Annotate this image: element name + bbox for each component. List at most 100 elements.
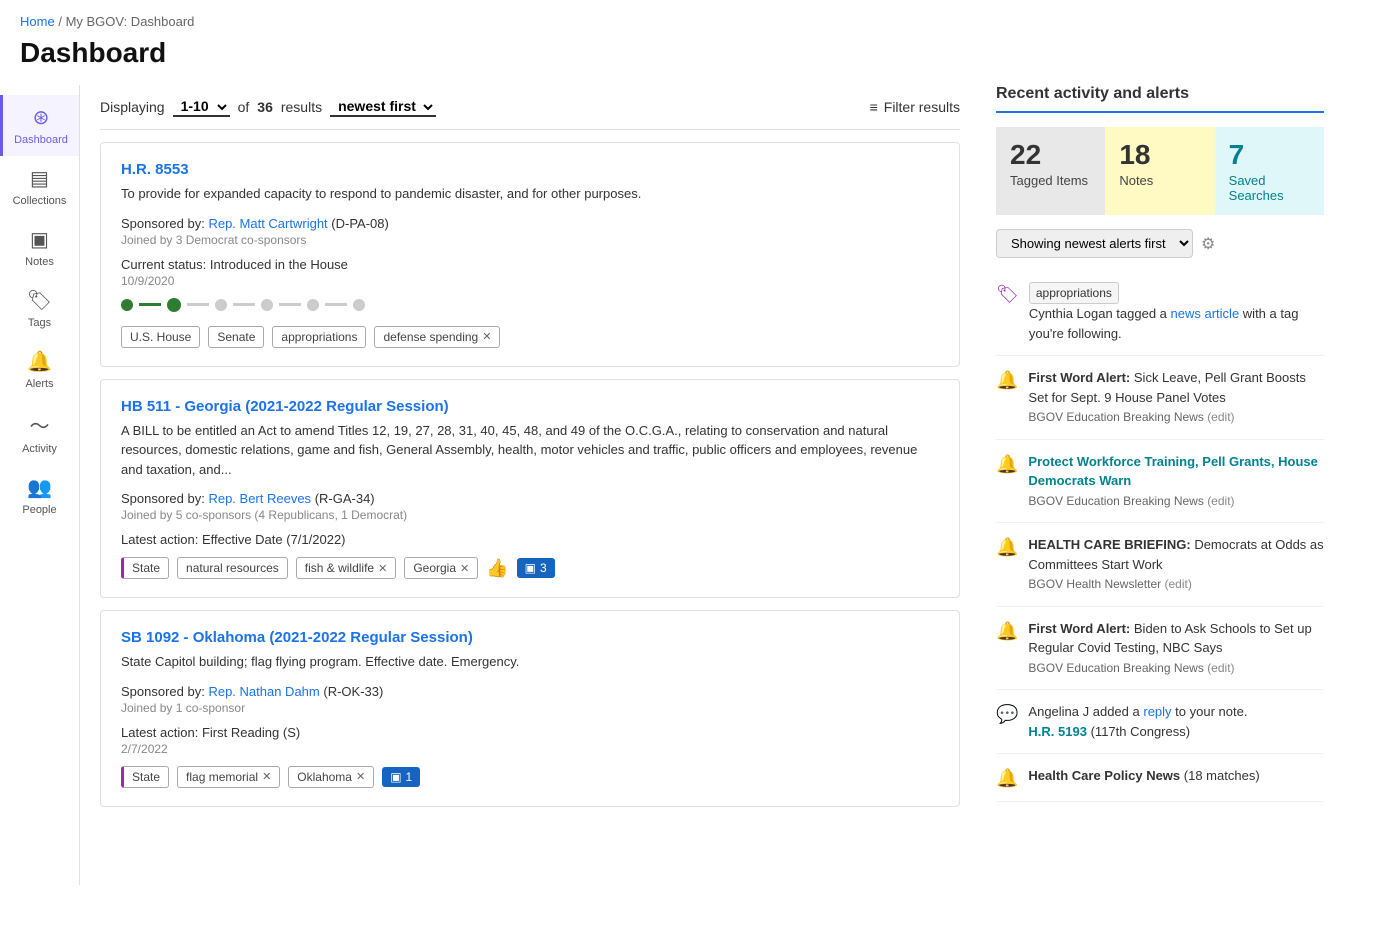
- sponsor-info: (R-OK-33): [323, 684, 383, 699]
- bill-card: SB 1092 - Oklahoma (2021-2022 Regular Se…: [100, 610, 960, 807]
- bill-sponsor: Sponsored by: Rep. Nathan Dahm (R-OK-33): [121, 684, 939, 699]
- breadcrumb-home[interactable]: Home: [20, 14, 55, 29]
- sponsor-link[interactable]: Rep. Bert Reeves: [208, 491, 311, 506]
- sidebar-item-dashboard[interactable]: ⊛ Dashboard: [0, 95, 79, 156]
- alert-link[interactable]: news article: [1171, 306, 1240, 321]
- settings-icon[interactable]: ⚙: [1201, 234, 1215, 254]
- progress-line: [139, 303, 161, 306]
- filter-label: Filter results: [884, 99, 960, 115]
- alert-edit-link[interactable]: (edit): [1207, 661, 1234, 675]
- alert-edit-link[interactable]: (edit): [1164, 577, 1191, 591]
- tag-item[interactable]: flag memorial ✕: [177, 766, 280, 788]
- alert-text: Angelina J added a: [1028, 704, 1143, 719]
- dashboard-icon: ⊛: [33, 105, 50, 130]
- thumbs-up-icon[interactable]: 👍: [486, 558, 508, 579]
- notes-badge[interactable]: ▣ 3: [517, 558, 555, 578]
- tag-item[interactable]: Georgia ✕: [404, 557, 478, 579]
- notes-count: 3: [540, 561, 547, 575]
- filter-button[interactable]: ≡ Filter results: [870, 99, 960, 115]
- alert-bell-icon: 🔔: [996, 537, 1018, 594]
- bill-cosponsor: Joined by 1 co-sponsor: [121, 701, 939, 715]
- breadcrumb: Home / My BGOV: Dashboard: [0, 0, 1398, 33]
- alert-content: First Word Alert: Sick Leave, Pell Grant…: [1028, 368, 1324, 427]
- bill-cosponsor: Joined by 3 Democrat co-sponsors: [121, 233, 939, 247]
- tag-remove[interactable]: ✕: [356, 770, 365, 783]
- alert-sort-select[interactable]: Showing newest alerts first Showing olde…: [996, 229, 1193, 258]
- bill-description: To provide for expanded capacity to resp…: [121, 184, 939, 204]
- tag-item[interactable]: natural resources: [177, 557, 288, 579]
- alert-title-link[interactable]: Protect Workforce Training, Pell Grants,…: [1028, 454, 1317, 489]
- stat-card-searches[interactable]: 7 Saved Searches: [1215, 127, 1324, 215]
- breadcrumb-separator: /: [58, 14, 62, 29]
- bill-sponsor: Sponsored by: Rep. Bert Reeves (R-GA-34): [121, 491, 939, 506]
- tag-item[interactable]: defense spending ✕: [374, 326, 500, 348]
- tag-item[interactable]: fish & wildlife ✕: [296, 557, 397, 579]
- tag-remove[interactable]: ✕: [378, 562, 387, 575]
- bill-status: Current status: Introduced in the House: [121, 257, 939, 272]
- sidebar-item-people[interactable]: 👥 People: [0, 465, 79, 526]
- toolbar: Displaying 1-10 1-25 1-50 of 36 results …: [100, 85, 960, 130]
- tag-state[interactable]: State: [121, 766, 169, 788]
- notes-icon-small: ▣: [525, 561, 536, 575]
- bill-title[interactable]: SB 1092 - Oklahoma (2021-2022 Regular Se…: [121, 629, 473, 646]
- alert-text: Cynthia Logan tagged a: [1029, 306, 1171, 321]
- filter-icon: ≡: [870, 99, 878, 115]
- stat-label: Tagged Items: [1010, 173, 1091, 188]
- alert-edit-link[interactable]: (edit): [1207, 494, 1234, 508]
- stat-number: 22: [1010, 139, 1091, 171]
- progress-dot: [261, 299, 273, 311]
- alert-content: Angelina J added a reply to your note. H…: [1028, 702, 1247, 741]
- alert-content: Health Care Policy News (18 matches): [1028, 766, 1259, 789]
- alert-reply-link[interactable]: reply: [1143, 704, 1171, 719]
- sidebar-item-label: Notes: [25, 256, 54, 268]
- bill-status: Latest action: First Reading (S): [121, 725, 939, 740]
- alert-source: BGOV Education Breaking News: [1028, 410, 1207, 424]
- tag-item[interactable]: Senate: [208, 326, 264, 348]
- alert-item: 🔔 First Word Alert: Biden to Ask Schools…: [996, 607, 1324, 691]
- stat-card-tagged[interactable]: 22 Tagged Items: [996, 127, 1105, 215]
- bill-sponsor: Sponsored by: Rep. Matt Cartwright (D-PA…: [121, 216, 939, 231]
- alert-source: BGOV Health Newsletter: [1028, 577, 1164, 591]
- sidebar-item-tags[interactable]: 🏷 Tags: [0, 278, 79, 339]
- progress-line: [187, 303, 209, 306]
- range-select[interactable]: 1-10 1-25 1-50: [173, 97, 230, 117]
- tag-item[interactable]: appropriations: [272, 326, 366, 348]
- sidebar-item-alerts[interactable]: 🔔 Alerts: [0, 339, 79, 400]
- sort-select[interactable]: newest first oldest first: [330, 97, 436, 117]
- progress-dot: [307, 299, 319, 311]
- alert-content: appropriations Cynthia Logan tagged a ne…: [1029, 282, 1324, 343]
- tag-remove[interactable]: ✕: [460, 562, 469, 575]
- sponsor-link[interactable]: Rep. Nathan Dahm: [208, 684, 319, 699]
- bill-description: A BILL to be entitled an Act to amend Ti…: [121, 421, 939, 480]
- tag-item[interactable]: U.S. House: [121, 326, 200, 348]
- progress-line: [233, 303, 255, 306]
- alert-item: 🔔 HEALTH CARE BRIEFING: Democrats at Odd…: [996, 523, 1324, 607]
- alert-bill-ref[interactable]: H.R. 5193: [1028, 724, 1087, 739]
- sidebar-item-notes[interactable]: ▣ Notes: [0, 217, 79, 278]
- sponsor-label: Sponsored by:: [121, 684, 208, 699]
- sponsor-label: Sponsored by:: [121, 491, 208, 506]
- alert-item: 💬 Angelina J added a reply to your note.…: [996, 690, 1324, 754]
- people-icon: 👥: [27, 475, 52, 500]
- sidebar-item-activity[interactable]: 〜 Activity: [0, 400, 79, 465]
- alerts-icon: 🔔: [27, 349, 52, 374]
- stat-card-notes[interactable]: 18 Notes: [1105, 127, 1214, 215]
- alert-text: (18 matches): [1184, 768, 1260, 783]
- bill-title[interactable]: H.R. 8553: [121, 161, 189, 178]
- notes-badge[interactable]: ▣ 1: [382, 767, 420, 787]
- progress-dot: [121, 299, 133, 311]
- collections-icon: ▤: [30, 166, 49, 191]
- results-label: results: [281, 99, 322, 115]
- tag-state[interactable]: State: [121, 557, 169, 579]
- progress-line: [325, 303, 347, 306]
- tag-remove[interactable]: ✕: [482, 330, 491, 343]
- alert-item: 🔔 Health Care Policy News (18 matches): [996, 754, 1324, 802]
- tag-item[interactable]: Oklahoma ✕: [288, 766, 374, 788]
- alert-edit-link[interactable]: (edit): [1207, 410, 1234, 424]
- tags-row: U.S. House Senate appropriations defense…: [121, 326, 939, 348]
- sponsor-link[interactable]: Rep. Matt Cartwright: [208, 216, 327, 231]
- bill-title[interactable]: HB 511 - Georgia (2021-2022 Regular Sess…: [121, 398, 449, 415]
- progress-bar: [121, 298, 939, 312]
- tag-remove[interactable]: ✕: [262, 770, 271, 783]
- sidebar-item-collections[interactable]: ▤ Collections: [0, 156, 79, 217]
